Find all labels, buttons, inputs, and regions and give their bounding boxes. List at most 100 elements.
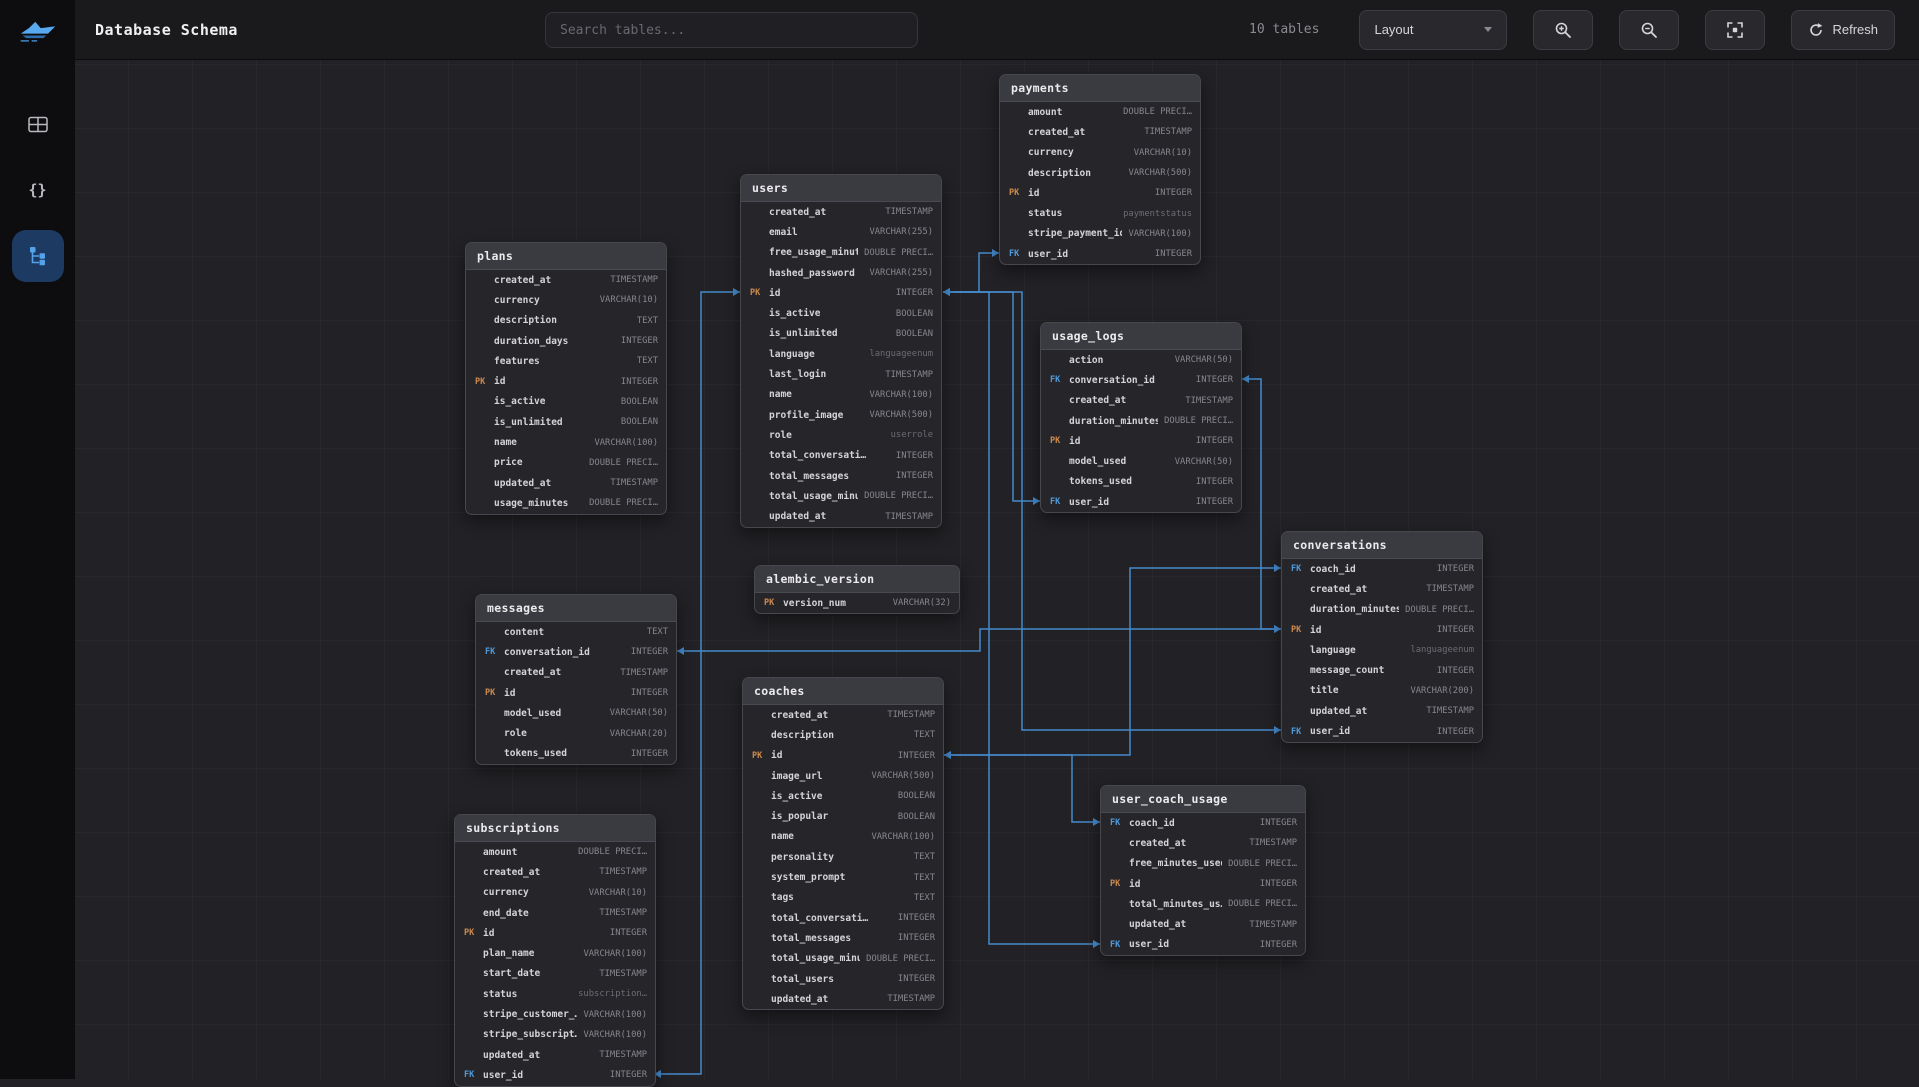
field-row: total_usersINTEGER (743, 969, 943, 989)
field-type: INTEGER (890, 451, 933, 461)
field-name: created_at (1129, 838, 1186, 849)
field-name: tokens_used (1069, 476, 1132, 487)
fk-badge: FK (1291, 727, 1310, 737)
refresh-button[interactable]: Refresh (1791, 10, 1895, 50)
field-row: tagsTEXT (743, 888, 943, 908)
field-type: VARCHAR(10) (1128, 148, 1192, 158)
sidebar-item-tables[interactable] (12, 98, 64, 150)
field-name: is_unlimited (494, 417, 563, 428)
field-row: is_unlimitedBOOLEAN (466, 412, 666, 432)
field-row: tokens_usedINTEGER (1041, 472, 1241, 492)
field-name: is_active (769, 308, 820, 319)
field-type: TIMESTAMP (1138, 127, 1192, 137)
fit-view-button[interactable] (1705, 10, 1765, 50)
table-title[interactable]: payments (1000, 75, 1200, 102)
app-logo[interactable] (0, 0, 75, 60)
table-title[interactable]: subscriptions (455, 815, 655, 842)
field-row: currencyVARCHAR(10) (455, 883, 655, 903)
zoom-out-button[interactable] (1619, 10, 1679, 50)
schema-canvas[interactable]: planscreated_atTIMESTAMPcurrencyVARCHAR(… (0, 0, 1919, 1079)
table-title[interactable]: conversations (1282, 532, 1482, 559)
edge-arrowhead (733, 288, 740, 296)
field-type: BOOLEAN (615, 397, 658, 407)
field-type: INTEGER (615, 377, 658, 387)
table-card-usage_logs[interactable]: usage_logsactionVARCHAR(50)FKconversatio… (1040, 322, 1242, 513)
field-type: TIMESTAMP (879, 512, 933, 522)
table-card-plans[interactable]: planscreated_atTIMESTAMPcurrencyVARCHAR(… (465, 242, 667, 515)
field-row: is_unlimitedBOOLEAN (741, 324, 941, 344)
pk-badge: PK (485, 688, 504, 698)
field-type: VARCHAR(255) (863, 268, 933, 278)
field-row: nameVARCHAR(100) (743, 827, 943, 847)
field-type: DOUBLE PRECI… (1117, 107, 1192, 117)
field-type: VARCHAR(100) (1122, 229, 1192, 239)
table-title[interactable]: alembic_version (755, 566, 959, 593)
field-type: INTEGER (1190, 497, 1233, 507)
table-card-user_coach_usage[interactable]: user_coach_usageFKcoach_idINTEGERcreated… (1100, 785, 1306, 956)
field-type: INTEGER (1431, 727, 1474, 737)
edge-arrowhead (1274, 625, 1281, 633)
field-type: INTEGER (1149, 188, 1192, 198)
table-card-payments[interactable]: paymentsamountDOUBLE PRECI…created_atTIM… (999, 74, 1201, 265)
edge-arrowhead (1033, 497, 1040, 505)
field-name: user_id (1129, 939, 1169, 950)
field-row: is_popularBOOLEAN (743, 806, 943, 826)
field-name: id (1069, 436, 1080, 447)
field-name: created_at (1069, 395, 1126, 406)
table-title[interactable]: messages (476, 595, 676, 622)
field-type: DOUBLE PRECI… (1222, 899, 1297, 909)
search-container (545, 12, 918, 48)
table-card-conversations[interactable]: conversationsFKcoach_idINTEGERcreated_at… (1281, 531, 1483, 743)
field-type: TEXT (908, 893, 935, 903)
fk-badge: FK (1291, 564, 1310, 574)
field-row: message_countINTEGER (1282, 660, 1482, 680)
field-row: free_usage_minut…DOUBLE PRECI… (741, 243, 941, 263)
table-title[interactable]: coaches (743, 678, 943, 705)
field-name: version_num (783, 598, 846, 609)
field-type: TIMESTAMP (593, 867, 647, 877)
field-name: created_at (494, 275, 551, 286)
field-type: TIMESTAMP (881, 994, 935, 1004)
field-name: updated_at (1129, 919, 1186, 930)
field-name: user_id (1310, 726, 1350, 737)
table-title[interactable]: usage_logs (1041, 323, 1241, 350)
field-row: created_atTIMESTAMP (741, 202, 941, 222)
table-card-messages[interactable]: messagescontentTEXTFKconversation_idINTE… (475, 594, 677, 765)
field-row: created_atTIMESTAMP (1282, 579, 1482, 599)
field-row: FKcoach_idINTEGER (1101, 813, 1305, 833)
field-type: VARCHAR(500) (863, 410, 933, 420)
field-row: total_messagesINTEGER (741, 466, 941, 486)
sidebar-item-json[interactable]: {} (12, 164, 64, 216)
table-title[interactable]: users (741, 175, 941, 202)
field-row: total_minutes_us…DOUBLE PRECI… (1101, 894, 1305, 914)
field-type: DOUBLE PRECI… (858, 491, 933, 501)
field-row: stripe_subscript…VARCHAR(100) (455, 1025, 655, 1045)
edge-arrowhead (1242, 375, 1249, 383)
table-card-users[interactable]: userscreated_atTIMESTAMPemailVARCHAR(255… (740, 174, 942, 528)
field-row: FKuser_id INTEGER (1282, 721, 1482, 741)
field-row: start_dateTIMESTAMP (455, 964, 655, 984)
sidebar-item-schema-diagram[interactable] (12, 230, 64, 282)
field-type: languageenum (1404, 645, 1474, 655)
field-row: descriptionTEXT (466, 311, 666, 331)
field-row: end_dateTIMESTAMP (455, 903, 655, 923)
topbar-actions: 10 tables Layout (1249, 10, 1895, 50)
table-title[interactable]: user_coach_usage (1101, 786, 1305, 813)
field-row: duration_minutesDOUBLE PRECI… (1282, 600, 1482, 620)
zoom-in-button[interactable] (1533, 10, 1593, 50)
table-card-subscriptions[interactable]: subscriptionsamountDOUBLE PRECI…created_… (454, 814, 656, 1087)
field-name: total_conversati… (769, 450, 866, 461)
table-card-coaches[interactable]: coachescreated_atTIMESTAMPdescriptionTEX… (742, 677, 944, 1010)
table-title[interactable]: plans (466, 243, 666, 270)
field-name: amount (483, 847, 517, 858)
layout-dropdown[interactable]: Layout (1359, 10, 1507, 50)
table-card-alembic_version[interactable]: alembic_versionPKversion_numVARCHAR(32) (754, 565, 960, 614)
field-name: id (494, 376, 505, 387)
field-name: description (771, 730, 834, 741)
field-row: statussubscription… (455, 984, 655, 1004)
search-input[interactable] (545, 12, 918, 48)
field-row: usage_minutesDOUBLE PRECI… (466, 493, 666, 513)
field-type: TIMESTAMP (604, 275, 658, 285)
field-name: plan_name (483, 948, 534, 959)
field-name: status (483, 989, 517, 1000)
